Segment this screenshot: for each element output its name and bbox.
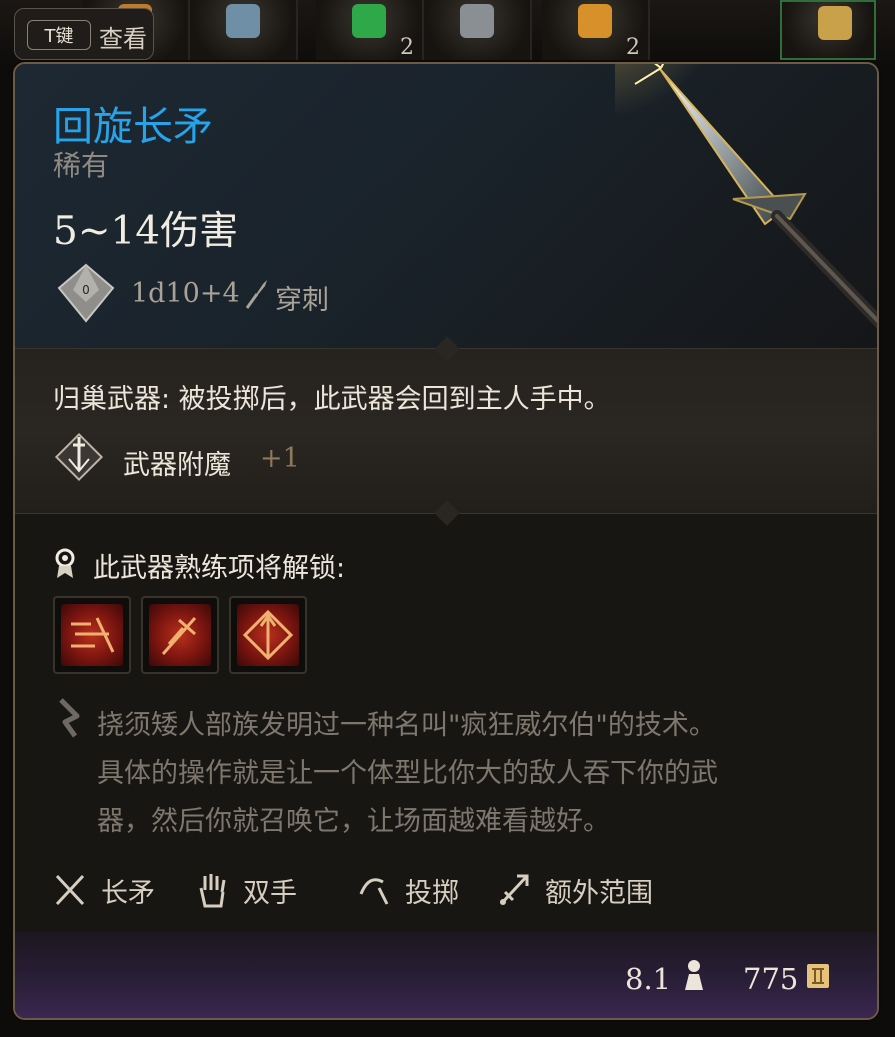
inventory-slot[interactable]	[424, 0, 532, 60]
tooltip-footer: 8.1 775	[15, 932, 877, 1018]
lore-line: 挠须矮人部族发明过一种名叫"疯狂威尔伯"的技术。	[97, 710, 716, 741]
weight-icon	[685, 960, 703, 990]
spear-art-icon	[615, 64, 877, 329]
inventory-slot[interactable]: 2	[542, 0, 650, 60]
piercing-strike-icon	[61, 604, 123, 666]
concussive-smash-icon	[149, 604, 211, 666]
dice-formula: 1d10+4	[131, 278, 240, 309]
lore-line: 具体的操作就是让一个体型比你大的敌人吞下你的武	[97, 758, 718, 789]
d10-dice-icon: 0	[57, 263, 115, 323]
returning-property: 归巢武器: 被投掷后，此武器会回到主人手中。	[53, 384, 611, 415]
hand-icon	[199, 874, 226, 908]
tag-thrown: 投掷	[357, 868, 459, 912]
enchantment-label: 武器附魔	[123, 450, 231, 481]
damage-range: 5~14伤害	[53, 209, 239, 254]
proficiency-unlock-title: 此武器熟练项将解锁:	[93, 553, 346, 584]
slot-quantity: 2	[626, 35, 640, 60]
scroll-icon	[226, 4, 260, 38]
lore-text: 挠须矮人部族发明过一种名叫"疯狂威尔伯"的技术。 具体的操作就是让一个体型比你大…	[97, 702, 857, 846]
throw-arc-icon	[359, 878, 389, 905]
item-weight: 8.1	[625, 962, 672, 996]
properties-section: 归巢武器: 被投掷后，此武器会回到主人手中。 武器附魔 +1	[15, 336, 877, 526]
proficiency-section: 此武器熟练项将解锁: 挠须矮人部族发明过一种名叫"疯狂威尔伯"的技术。 具体的操…	[15, 512, 877, 932]
lore-quill-icon	[59, 698, 80, 738]
tag-two-handed: 双手	[195, 868, 297, 912]
reach-icon	[499, 874, 529, 906]
inventory-slot[interactable]	[780, 0, 876, 60]
axe-icon	[818, 6, 852, 40]
green-potion-icon	[352, 4, 386, 38]
action-slot[interactable]	[229, 596, 307, 674]
tag-reach: 额外范围	[497, 868, 653, 912]
enchantment-icon	[54, 432, 104, 482]
item-value: 775	[743, 962, 799, 996]
inventory-slot[interactable]	[190, 0, 298, 60]
flourish-icon	[237, 604, 299, 666]
inventory-slot[interactable]: 2	[316, 0, 424, 60]
inspect-key-hint[interactable]: T键 查看	[14, 8, 154, 60]
hammer-icon	[460, 4, 494, 38]
tag-label: 双手	[243, 877, 297, 909]
scroll-sun-icon	[578, 4, 612, 38]
tag-label: 额外范围	[545, 877, 653, 909]
tag-label: 长矛	[101, 877, 155, 909]
gold-coin-icon	[807, 964, 829, 988]
lore-line: 器，然后你就召唤它，让场面越难看越好。	[97, 806, 610, 837]
item-rarity: 稀有	[53, 149, 110, 182]
tag-spear: 长矛	[53, 868, 155, 912]
crossed-spears-icon	[55, 874, 85, 906]
enchantment-bonus: +1	[260, 443, 300, 474]
action-slot[interactable]	[141, 596, 219, 674]
piercing-icon	[245, 280, 267, 309]
action-slot[interactable]	[53, 596, 131, 674]
damage-type: 穿刺	[275, 285, 329, 316]
svg-text:0: 0	[82, 283, 90, 297]
key-hint-label: 查看	[99, 25, 147, 53]
slot-quantity: 2	[400, 35, 414, 60]
proficiency-badge-icon	[55, 548, 75, 578]
tag-label: 投掷	[405, 877, 459, 909]
key-badge: T键	[27, 20, 91, 50]
item-tooltip: 回旋长矛 稀有 5~14伤害 0 1d10+4 穿刺 归巢武器: 被投掷后，此武…	[13, 62, 879, 1020]
tooltip-header: 回旋长矛 稀有 5~14伤害 0 1d10+4 穿刺	[15, 64, 877, 348]
